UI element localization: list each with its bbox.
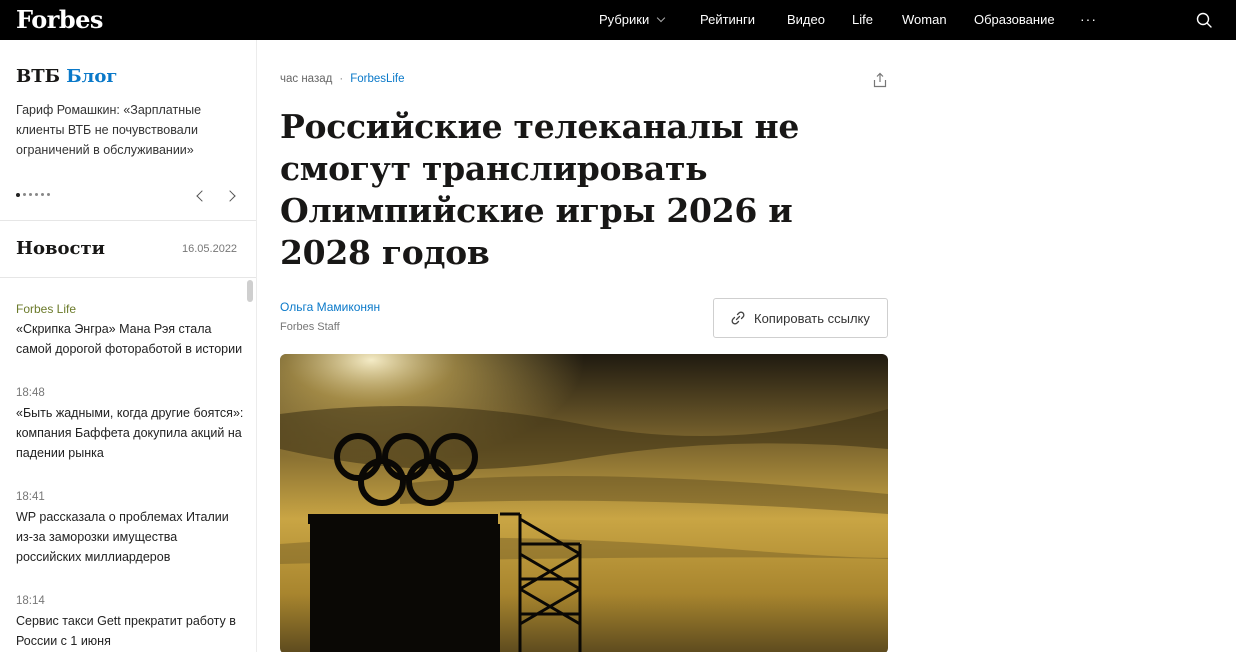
author-role: Forbes Staff: [280, 321, 340, 333]
news-rubric[interactable]: Forbes Life: [16, 299, 244, 319]
nav-item-life[interactable]: Life: [852, 12, 873, 27]
nav-item-label: Рубрики: [599, 12, 650, 27]
link-icon: [731, 311, 745, 325]
search-icon[interactable]: [1196, 12, 1212, 28]
nav-item-video[interactable]: Видео: [787, 12, 825, 27]
forbes-logo[interactable]: Forbes: [16, 5, 103, 34]
scrollbar-thumb[interactable]: [247, 280, 253, 302]
sidebar: ВТБ Блог Гариф Ромашкин: «Зарплатные кли…: [0, 40, 257, 652]
pager-dot[interactable]: [23, 193, 26, 196]
pager-dot[interactable]: [29, 193, 32, 196]
news-title[interactable]: WP рассказала о проблемах Италии из-за з…: [16, 507, 244, 567]
vtb-brand-accent: Блог: [66, 66, 118, 87]
copy-link-label: Копировать ссылку: [754, 310, 870, 326]
more-dots-icon[interactable]: ···: [1080, 11, 1097, 27]
divider: [0, 220, 256, 221]
article-meta: час назад · ForbesLife: [280, 73, 405, 85]
news-title[interactable]: «Быть жадными, когда другие боятся»: ком…: [16, 403, 244, 463]
news-time: 18:14: [16, 595, 45, 607]
hero-image: [280, 354, 888, 652]
vtb-blog-teaser[interactable]: Гариф Ромашкин: «Зарплатные клиенты ВТБ …: [16, 100, 226, 160]
nav-item-ratings[interactable]: Рейтинги: [700, 12, 755, 27]
publish-time: час назад: [280, 73, 333, 85]
author-link[interactable]: Ольга Мамиконян: [280, 300, 380, 314]
news-time: 18:48: [16, 387, 45, 399]
nav-item-woman[interactable]: Woman: [902, 12, 947, 27]
list-item[interactable]: 18:48 «Быть жадными, когда другие боятся…: [16, 383, 244, 463]
carousel-pager: [16, 192, 50, 197]
pager-dot[interactable]: [35, 193, 38, 196]
list-item[interactable]: Forbes Life «Скрипка Энгра» Мана Рэя ста…: [16, 299, 244, 359]
divider: [0, 277, 256, 278]
chevron-right-icon[interactable]: [224, 190, 236, 202]
nav-item-education[interactable]: Образование: [974, 12, 1055, 27]
list-item[interactable]: 18:14 Сервис такси Gett прекратит работу…: [16, 591, 244, 651]
nav-item-rubrics[interactable]: Рубрики: [599, 12, 666, 27]
chevron-left-icon[interactable]: [196, 190, 208, 202]
news-date: 16.05.2022: [182, 243, 238, 255]
meta-separator: ·: [339, 73, 344, 85]
news-time: 18:41: [16, 491, 45, 503]
news-title[interactable]: Сервис такси Gett прекратит работу в Рос…: [16, 611, 244, 651]
list-item[interactable]: 18:41 WP рассказала о проблемах Италии и…: [16, 487, 244, 567]
article-title: Российские телеканалы не смогут транслир…: [280, 107, 800, 272]
copy-link-button[interactable]: Копировать ссылку: [713, 298, 888, 338]
share-icon[interactable]: [872, 72, 888, 88]
vtb-brand: ВТБ: [16, 66, 60, 87]
pager-dot[interactable]: [16, 192, 20, 197]
vtb-blog-title[interactable]: ВТБ Блог: [16, 66, 117, 87]
news-heading: Новости: [16, 238, 105, 259]
pager-dot[interactable]: [47, 193, 50, 196]
article-rubric-link[interactable]: ForbesLife: [350, 73, 404, 85]
pager-dot[interactable]: [41, 193, 44, 196]
article-main: час назад · ForbesLife Российские телекана…: [258, 40, 1236, 652]
news-title[interactable]: «Скрипка Энгра» Мана Рэя стала самой дор…: [16, 319, 244, 359]
top-navigation-bar: Forbes Рубрики Рейтинги Видео Life Woman…: [0, 0, 1236, 40]
chevron-down-icon: [656, 13, 666, 23]
